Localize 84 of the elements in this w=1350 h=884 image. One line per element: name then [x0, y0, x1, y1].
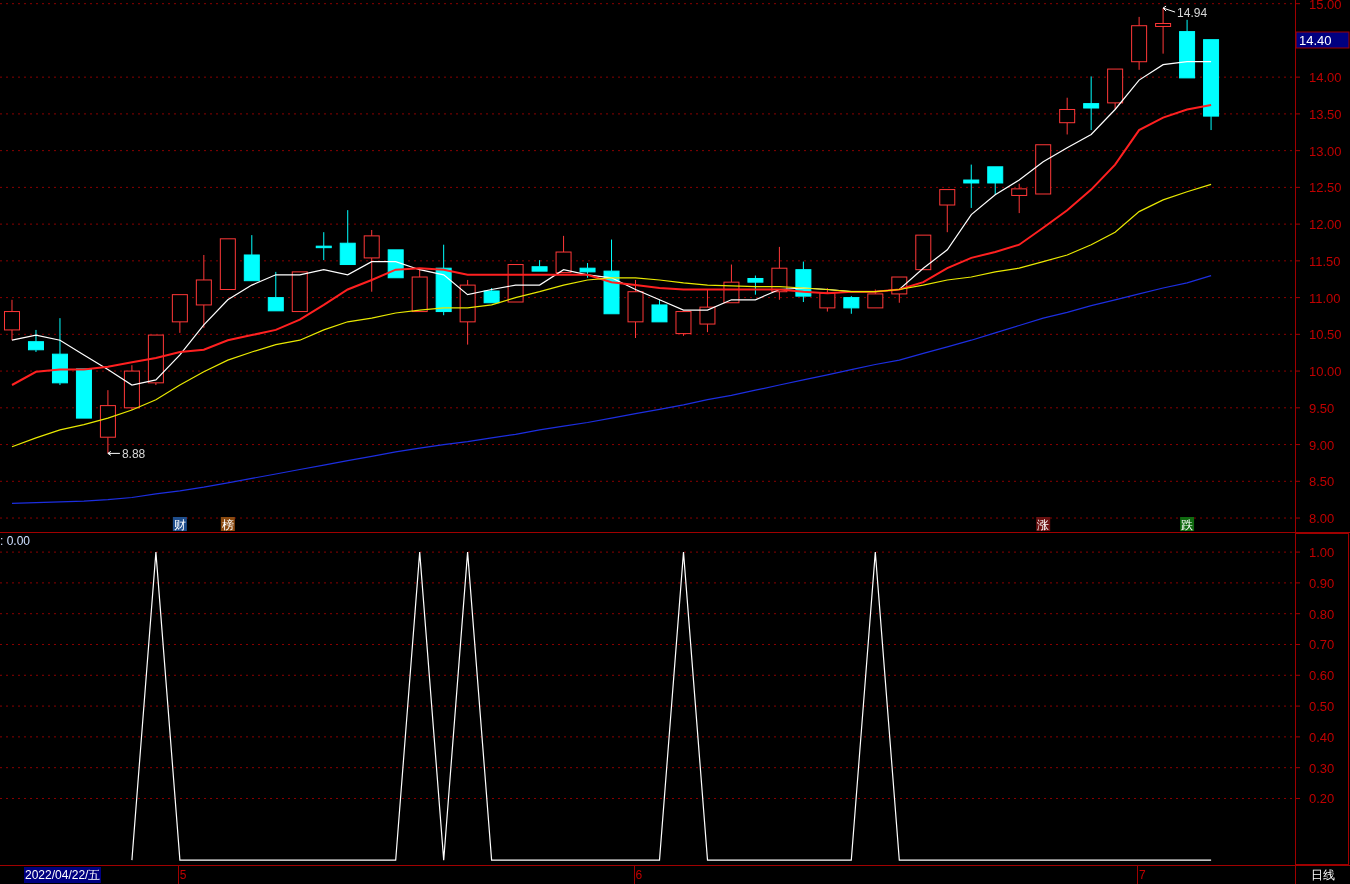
candlestick — [579, 262, 596, 279]
axis-label: 14.00 — [1309, 70, 1342, 86]
axis-label: 1.00 — [1309, 545, 1335, 561]
axis-label: 9.50 — [1309, 400, 1335, 416]
period-label[interactable]: 日线 — [1295, 866, 1350, 884]
candlestick — [1035, 144, 1052, 195]
candlestick — [171, 294, 188, 334]
candlestick — [459, 279, 476, 346]
axis-label: 0.50 — [1309, 699, 1335, 715]
candlestick — [723, 264, 740, 304]
candlestick — [771, 246, 788, 301]
candlestick — [147, 334, 164, 386]
price-label: 14.94 — [1177, 6, 1208, 21]
pointer-arrow — [107, 450, 121, 456]
axis-label: 0.40 — [1309, 729, 1335, 745]
axis-label: 0.80 — [1309, 606, 1335, 622]
candlestick — [819, 287, 836, 313]
candlestick — [843, 295, 860, 315]
event-marker[interactable]: 跌 — [1180, 517, 1195, 532]
candlestick — [867, 289, 884, 309]
price-tag: 14.40 — [1295, 31, 1350, 49]
candlestick — [363, 229, 380, 293]
candlestick — [267, 271, 284, 312]
candlestick — [939, 189, 956, 233]
candlestick — [1059, 97, 1076, 135]
event-marker[interactable]: 财 — [172, 517, 187, 532]
pointer-arrow — [1162, 5, 1176, 13]
candlestick — [651, 299, 668, 323]
axis-label: 8.50 — [1309, 474, 1335, 490]
candlestick — [4, 299, 20, 341]
candlestick — [1083, 75, 1100, 131]
candlestick — [795, 261, 812, 303]
candlestick — [915, 234, 932, 271]
axis-label: 13.50 — [1309, 106, 1342, 122]
cursor-date: 2022/04/22/五 — [24, 867, 102, 883]
event-marker[interactable]: 榜 — [220, 517, 235, 532]
candlestick — [51, 317, 68, 386]
candlestick — [411, 269, 428, 313]
candlestick — [27, 329, 44, 353]
candlestick — [891, 276, 908, 304]
candlestick — [987, 166, 1004, 196]
candlestick — [555, 235, 572, 274]
month-label: 5 — [177, 866, 187, 884]
axis-label: 8.00 — [1309, 511, 1335, 527]
candlestick — [531, 259, 548, 272]
candlestick — [1011, 183, 1028, 214]
event-marker[interactable]: 涨 — [1036, 517, 1051, 532]
axis-label: 9.00 — [1309, 437, 1335, 453]
candlestick — [699, 289, 716, 333]
month-label: 6 — [633, 866, 643, 884]
month-label: 7 — [1137, 866, 1146, 884]
candlestick — [291, 271, 308, 313]
candlestick — [1107, 68, 1124, 110]
candlestick — [75, 368, 92, 419]
candlestick — [675, 311, 692, 337]
candlestick — [1155, 7, 1172, 55]
candlestick — [627, 279, 644, 339]
axis-label: 12.50 — [1309, 180, 1342, 196]
indicator-reading: : 0.00 — [0, 533, 31, 549]
axis-label: 10.00 — [1309, 364, 1342, 380]
axis-label: 0.20 — [1309, 791, 1335, 807]
price-label: 8.88 — [121, 447, 146, 462]
candlestick — [339, 209, 356, 266]
candlestick — [243, 234, 260, 282]
candlestick — [1131, 16, 1148, 71]
axis-label: 13.00 — [1309, 143, 1342, 159]
axis-label: 10.50 — [1309, 327, 1342, 343]
axis-label: 0.60 — [1309, 668, 1335, 684]
axis-label: 0.90 — [1309, 575, 1335, 591]
candlestick — [435, 244, 452, 316]
candlestick — [315, 231, 332, 261]
candlestick — [219, 238, 236, 290]
axis-label: 12.00 — [1309, 217, 1342, 233]
candlestick — [1179, 19, 1196, 79]
axis-label: 0.30 — [1309, 760, 1335, 776]
candlestick — [123, 364, 140, 411]
axis-label: 11.50 — [1309, 253, 1341, 269]
candlestick — [747, 275, 764, 296]
candlestick — [963, 164, 980, 209]
candlestick — [99, 389, 116, 454]
axis-label: 0.70 — [1309, 637, 1335, 653]
axis-label: 11.00 — [1309, 290, 1341, 306]
axis-label: 15.00 — [1309, 0, 1342, 12]
candlestick — [483, 287, 500, 304]
